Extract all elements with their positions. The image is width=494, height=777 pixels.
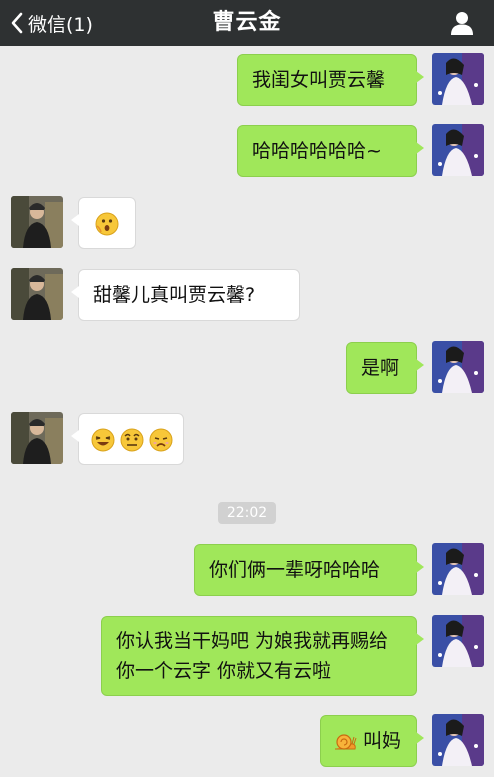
message-bubble[interactable]: 你们俩一辈呀哈哈哈 <box>194 544 424 596</box>
message-row: 叫妈 <box>0 714 494 770</box>
chat-header: 微信(1) 曹云金 <box>0 0 494 46</box>
message-bubble[interactable]: 叫妈 <box>320 715 424 767</box>
my-avatar[interactable] <box>432 714 484 766</box>
contact-avatar[interactable] <box>11 268 63 320</box>
message-row: 我闺女叫贾云馨 <box>0 53 494 109</box>
message-row: 是啊 <box>0 341 494 397</box>
message-row <box>0 196 494 252</box>
message-row: 哈哈哈哈哈哈~ <box>0 124 494 180</box>
message-bubble[interactable]: 甜馨儿真叫贾云馨? <box>71 269 300 321</box>
my-avatar[interactable] <box>432 543 484 595</box>
message-row: 你认我当干妈吧 为娘我就再赐给你一个云字 你就又有云啦 <box>0 615 494 697</box>
my-avatar[interactable] <box>432 53 484 105</box>
message-text: 叫妈 <box>363 730 402 752</box>
message-bubble[interactable] <box>71 413 184 465</box>
my-avatar[interactable] <box>432 124 484 176</box>
message-text: 你们俩一辈呀哈哈哈 <box>209 559 381 581</box>
my-avatar[interactable] <box>432 341 484 393</box>
message-bubble[interactable]: 哈哈哈哈哈哈~ <box>237 125 424 177</box>
message-bubble[interactable]: 你认我当干妈吧 为娘我就再赐给你一个云字 你就又有云啦 <box>101 616 424 696</box>
person-icon <box>451 12 473 35</box>
message-text: 哈哈哈哈哈哈~ <box>252 140 382 162</box>
message-text: 你认我当干妈吧 为娘我就再赐给你一个云字 你就又有云啦 <box>116 630 389 682</box>
contact-avatar[interactable] <box>11 196 63 248</box>
chat-info-button[interactable] <box>448 9 476 37</box>
message-row: 甜馨儿真叫贾云馨? <box>0 268 494 324</box>
message-bubble[interactable]: 我闺女叫贾云馨 <box>237 54 424 106</box>
message-text: 我闺女叫贾云馨 <box>252 69 386 91</box>
message-text: 甜馨儿真叫贾云馨? <box>93 284 256 306</box>
my-avatar[interactable] <box>432 615 484 667</box>
snail-emoji <box>335 733 357 750</box>
message-row: 你们俩一辈呀哈哈哈 <box>0 543 494 599</box>
laughing-emoji <box>91 428 115 452</box>
awkward-emoji <box>120 428 144 452</box>
sad-emoji <box>149 428 173 452</box>
chat-title: 曹云金 <box>212 10 282 35</box>
message-row <box>0 412 494 468</box>
message-bubble[interactable]: 是啊 <box>346 342 424 394</box>
contact-avatar[interactable] <box>11 412 63 464</box>
timestamp-badge: 22:02 <box>218 502 276 524</box>
message-text: 是啊 <box>361 357 400 379</box>
surprised-emoji <box>95 212 119 236</box>
message-bubble[interactable] <box>71 197 136 249</box>
